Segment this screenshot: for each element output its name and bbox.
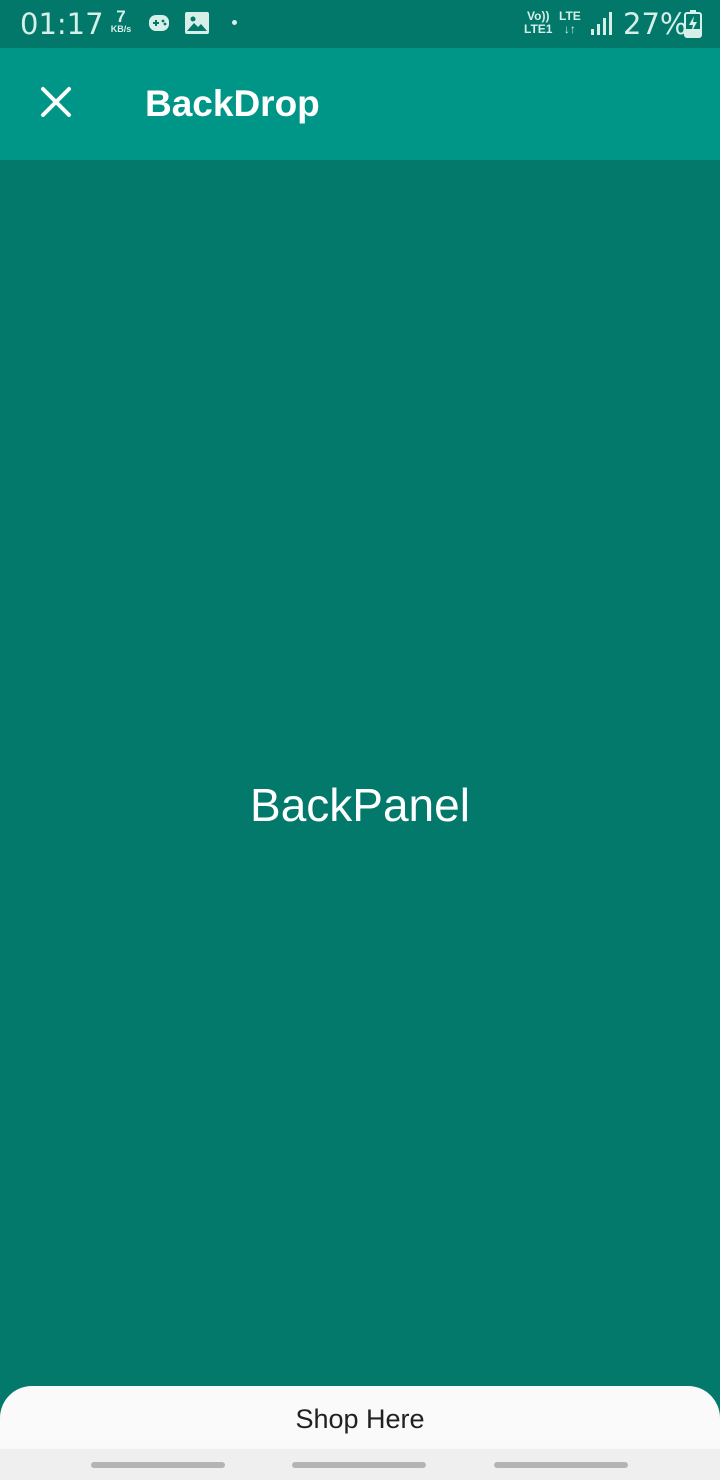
network-speed-unit: KB/s [110,24,132,34]
volte-line2: LTE1 [524,22,553,36]
nav-back-handle[interactable] [494,1462,628,1468]
app-bar: BackDrop [0,48,720,160]
network-speed: 7 KB/s [104,8,138,34]
close-button[interactable] [28,76,84,132]
page-title: BackDrop [145,83,320,124]
volte-indicator: Vo)) LTE1 [524,10,552,36]
battery-percent: 27% [623,7,688,41]
battery-charging-icon [684,10,702,43]
navigation-bar [0,1449,720,1480]
network-speed-value: 7 [116,7,126,26]
status-bar: 01:17 7 KB/s Vo)) LTE1 LTE ↓↑ 27% [0,0,720,48]
image-icon [185,12,209,39]
lte-indicator: LTE ↓↑ [559,10,581,36]
dot-icon [232,20,237,25]
front-panel-label[interactable]: Shop Here [0,1404,720,1434]
nav-home-handle[interactable] [292,1462,426,1468]
data-arrows-icon: ↓↑ [563,22,576,36]
signal-icon [590,10,614,41]
nav-recents-handle[interactable] [91,1462,225,1468]
back-panel-label: BackPanel [250,779,470,831]
close-icon [40,86,72,123]
status-time: 01:17 [20,7,104,41]
game-controller-icon [148,12,170,39]
